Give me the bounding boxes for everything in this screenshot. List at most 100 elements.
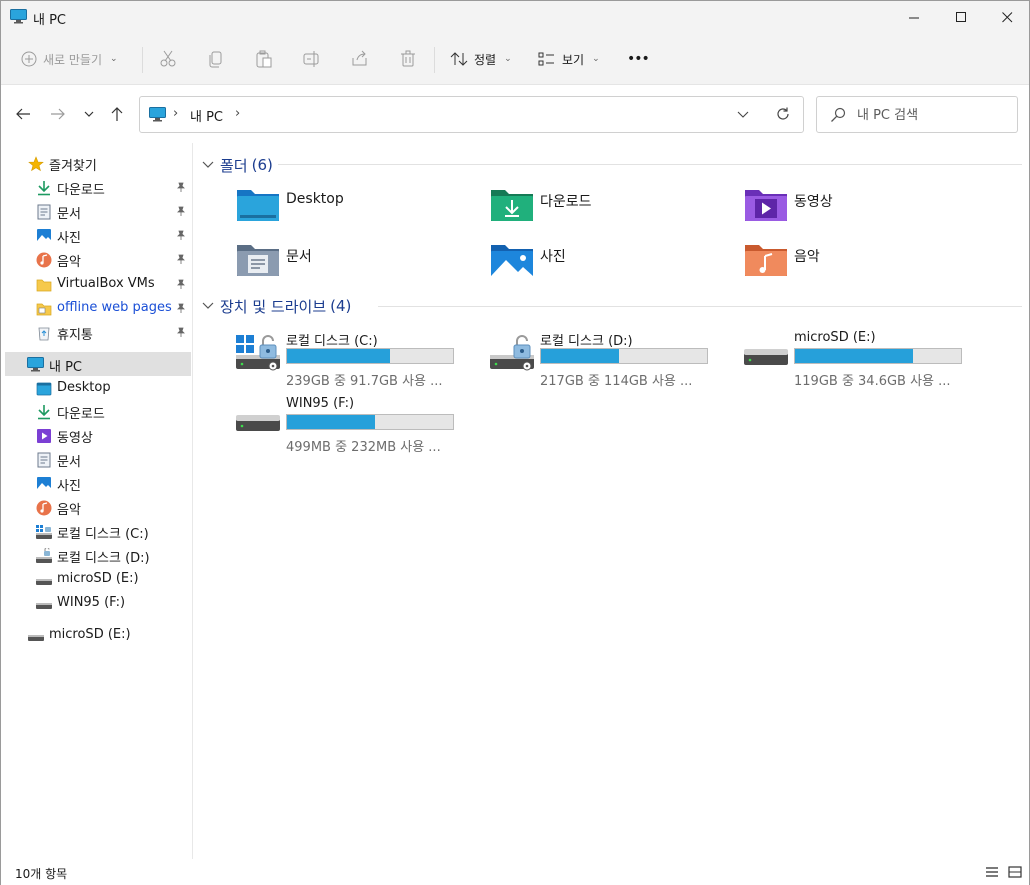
chevron-down-icon [84, 111, 94, 117]
trash-icon [401, 50, 415, 67]
sidebar-item-downloads[interactable]: 다운로드 [1, 399, 191, 423]
sidebar-item-documents[interactable]: 문서 [1, 199, 191, 223]
drive-usage-fill [287, 415, 375, 429]
sidebar-item-videos[interactable]: 동영상 [1, 423, 191, 447]
rename-button[interactable] [303, 43, 321, 75]
close-button[interactable] [984, 1, 1030, 33]
drive-name: microSD (E:) [794, 330, 876, 345]
sidebar-item-drive-d[interactable]: 로컬 디스크 (D:) [1, 543, 191, 567]
forward-button[interactable] [46, 103, 70, 125]
sidebar-item-pictures[interactable]: 사진 [1, 471, 191, 495]
sidebar-item-music[interactable]: 음악 [1, 495, 191, 519]
tiles-view-button[interactable] [1008, 866, 1022, 882]
folder-pictures[interactable]: 사진 [490, 242, 740, 290]
maximize-button[interactable] [938, 1, 984, 33]
up-button[interactable] [105, 103, 129, 125]
sidebar-item-label: microSD (E:) [57, 571, 139, 586]
cut-button[interactable] [159, 43, 177, 75]
sidebar-item-this-pc[interactable]: 내 PC [5, 352, 191, 376]
sidebar-item-virtualbox-vms[interactable]: VirtualBox VMs [1, 272, 191, 296]
search-icon [830, 107, 846, 127]
sort-button[interactable]: 정렬 ⌄ [450, 43, 512, 75]
group-count: (6) [251, 156, 273, 174]
maximize-icon [955, 11, 966, 22]
computer-icon [149, 107, 166, 126]
sidebar-item-label: 사진 [57, 231, 81, 246]
drive-tile-c[interactable]: 로컬 디스크 (C:) 239GB 중 91.7GB 사용 ... [236, 333, 486, 389]
tiles-view-icon [1008, 866, 1022, 878]
breadcrumb-separator[interactable]: › [173, 106, 178, 121]
system-drive-icon [236, 335, 282, 377]
sidebar-item-label: 문서 [57, 207, 81, 222]
drive-usage-fill [287, 349, 390, 363]
picture-icon [36, 228, 52, 244]
folders-group-header[interactable]: 폴더 (6) [202, 154, 273, 176]
sidebar-item-drive-c[interactable]: 로컬 디스크 (C:) [1, 519, 191, 543]
address-bar[interactable]: › 내 PC › [139, 96, 804, 133]
search-input[interactable] [857, 105, 1007, 125]
sidebar-item-label: 동영상 [57, 431, 93, 446]
sort-icon [450, 52, 468, 66]
new-button[interactable]: 새로 만들기 ⌄ [21, 43, 118, 75]
sidebar-item-documents[interactable]: 문서 [1, 447, 191, 471]
breadcrumb-this-pc[interactable]: 내 PC [190, 106, 223, 125]
toolbar-divider [434, 47, 435, 73]
sidebar-item-quick-access[interactable]: 즐겨찾기 [1, 151, 191, 175]
drive-tile-f[interactable]: WIN95 (F:) 499MB 중 232MB 사용 ... [236, 396, 486, 455]
drive-name: WIN95 (F:) [286, 396, 355, 411]
folder-documents[interactable]: 문서 [236, 242, 486, 290]
chevron-down-icon [202, 302, 214, 309]
sidebar-item-drive-e[interactable]: microSD (E:) [1, 567, 191, 591]
folder-music[interactable]: 음악 [744, 242, 994, 290]
search-box[interactable] [816, 96, 1018, 133]
drive-usage-text: 217GB 중 114GB 사용 ... [540, 374, 693, 389]
content-pane: 폴더 (6) Desktop 다운로드 동영상 문서 사진 음악 장치 및 드라… [194, 143, 1029, 859]
sidebar-item-drive-f[interactable]: WIN95 (F:) [1, 591, 191, 615]
document-icon [36, 452, 52, 468]
details-view-button[interactable] [985, 866, 999, 882]
drives-group-header[interactable]: 장치 및 드라이브 (4) [202, 295, 351, 317]
recent-locations-button[interactable] [77, 103, 101, 125]
sidebar-item-music[interactable]: 음악 [1, 247, 191, 271]
view-button[interactable]: 보기 ⌄ [538, 43, 600, 75]
sidebar-item-label: WIN95 (F:) [57, 595, 126, 610]
pin-icon [176, 229, 186, 244]
drive-usage-text: 499MB 중 232MB 사용 ... [286, 440, 441, 455]
group-label: 장치 및 드라이브 [220, 297, 327, 316]
group-divider [378, 306, 1022, 307]
sidebar-item-downloads[interactable]: 다운로드 [1, 175, 191, 199]
back-button[interactable] [11, 103, 35, 125]
sort-label: 정렬 [474, 52, 497, 67]
folder-videos[interactable]: 동영상 [744, 187, 994, 235]
explorer-window: 내 PC 새로 만들기 ⌄ 정렬 ⌄ 보기 ⌄ ••• › 내 PC › 내 P… [0, 0, 1030, 885]
sidebar-item-recycle-bin[interactable]: 휴지통 [1, 320, 191, 344]
minimize-button[interactable] [891, 1, 937, 33]
drive-tile-d[interactable]: 로컬 디스크 (D:) 217GB 중 114GB 사용 ... [490, 333, 740, 389]
share-button[interactable] [351, 43, 369, 75]
sidebar-item-microsd-external[interactable]: microSD (E:) [1, 623, 191, 647]
drive-usage-fill [541, 349, 620, 363]
sidebar-item-desktop[interactable]: Desktop [1, 376, 191, 400]
sidebar-item-label: 내 PC [49, 360, 83, 375]
folder-name: 동영상 [794, 194, 833, 210]
folder-name: 음악 [794, 249, 820, 265]
copy-button[interactable] [207, 43, 225, 75]
drive-tile-e[interactable]: microSD (E:) 119GB 중 34.6GB 사용 ... [744, 330, 994, 389]
paste-button[interactable] [255, 43, 273, 75]
folder-desktop[interactable]: Desktop [236, 187, 486, 235]
drive-usage-bar [794, 348, 962, 364]
sidebar-item-offline-web-pages[interactable]: offline web pages [1, 296, 191, 320]
navigation-pane: 즐겨찾기 다운로드 문서 사진 음악 VirtualBox VMs offlin… [1, 143, 193, 859]
more-options-button[interactable]: ••• [627, 43, 650, 75]
pin-icon [176, 302, 186, 317]
drive-usage-bar [540, 348, 708, 364]
group-divider [278, 164, 1022, 165]
address-history-button[interactable] [737, 108, 749, 123]
delete-button[interactable] [399, 43, 417, 75]
breadcrumb-separator[interactable]: › [235, 106, 240, 121]
drive-usage-fill [795, 349, 913, 363]
folder-downloads[interactable]: 다운로드 [490, 187, 740, 235]
sidebar-item-pictures[interactable]: 사진 [1, 223, 191, 247]
refresh-button[interactable] [776, 107, 790, 125]
video-icon [36, 428, 52, 444]
